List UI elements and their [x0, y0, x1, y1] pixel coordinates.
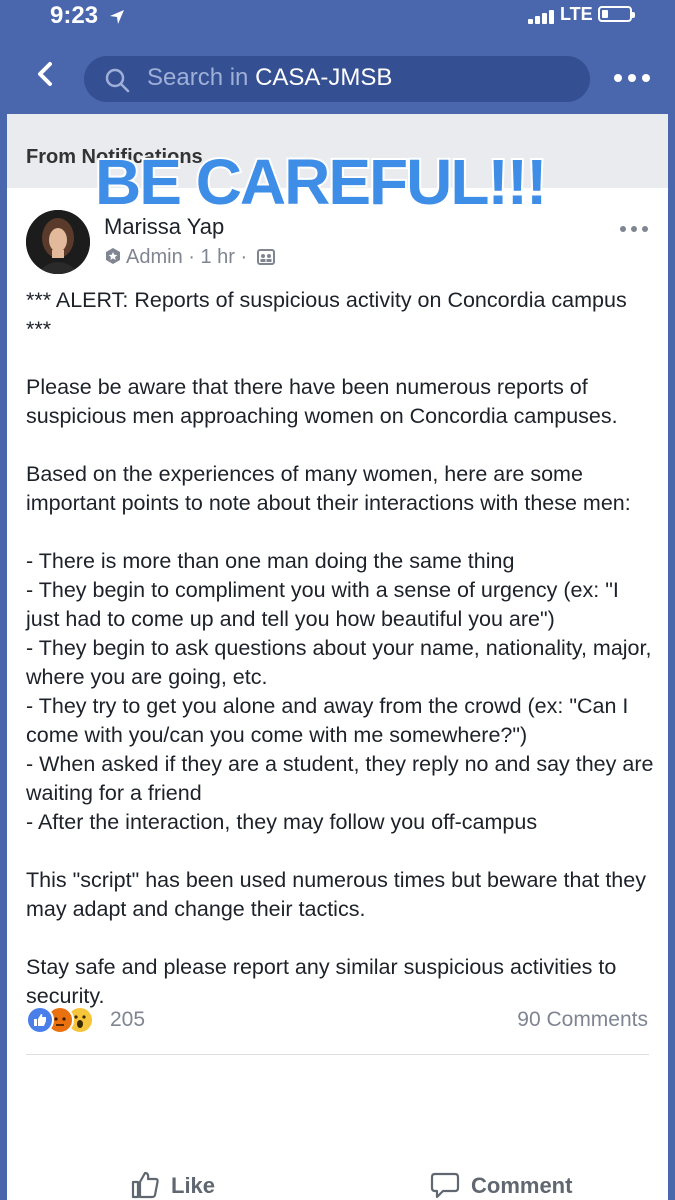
thumbs-up-icon [131, 1171, 159, 1199]
post-paragraph: Stay safe and please report any similar … [26, 955, 617, 1008]
post-panel: From Notifications BE CAREFUL!!! Marissa… [7, 114, 668, 1200]
admin-badge-icon [106, 248, 120, 264]
group-audience-icon [256, 249, 275, 265]
post-paragraph: Based on the experiences of many women, … [26, 462, 631, 515]
search-group-name: CASA-JMSB [255, 64, 393, 91]
like-label: Like [171, 1173, 216, 1198]
status-time: 9:23 [50, 2, 99, 29]
post-paragraph: Please be aware that there have been num… [26, 375, 618, 428]
reaction-count: 205 [110, 1008, 146, 1031]
top-nav-bar: Search in CASA-JMSB [0, 34, 675, 114]
comment-bubble-icon [430, 1172, 460, 1199]
divider [26, 1054, 649, 1055]
search-placeholder: Search in CASA-JMSB [147, 64, 393, 91]
battery-icon [598, 6, 635, 22]
post-bullet-list: - There is more than one man doing the s… [26, 549, 654, 834]
comment-count[interactable]: 90 Comments [517, 1008, 648, 1032]
signal-icon [528, 10, 558, 24]
be-careful-sticker: BE CAREFUL!!! [93, 146, 549, 218]
post-options-icon[interactable] [620, 224, 650, 234]
location-arrow-icon [110, 10, 124, 24]
chevron-left-icon[interactable] [26, 54, 66, 94]
search-input[interactable]: Search in CASA-JMSB [84, 56, 590, 102]
comment-label: Comment [471, 1173, 573, 1198]
post-paragraph: This "script" has been used numerous tim… [26, 868, 646, 921]
author-role: Admin [126, 246, 183, 268]
post-time[interactable]: 1 hr [200, 246, 234, 268]
post-meta: Admin · 1 hr · [104, 246, 275, 269]
more-horizontal-icon[interactable] [612, 68, 652, 88]
search-icon [105, 68, 130, 93]
avatar[interactable] [26, 210, 90, 274]
like-reaction-icon [26, 1006, 54, 1034]
post-paragraph: *** ALERT: Reports of suspicious activit… [26, 288, 627, 341]
status-bar: 9:23 LTE [0, 0, 675, 34]
post-body: *** ALERT: Reports of suspicious activit… [26, 286, 656, 1011]
network-label: LTE [560, 4, 593, 24]
author-name[interactable]: Marissa Yap [104, 214, 224, 240]
